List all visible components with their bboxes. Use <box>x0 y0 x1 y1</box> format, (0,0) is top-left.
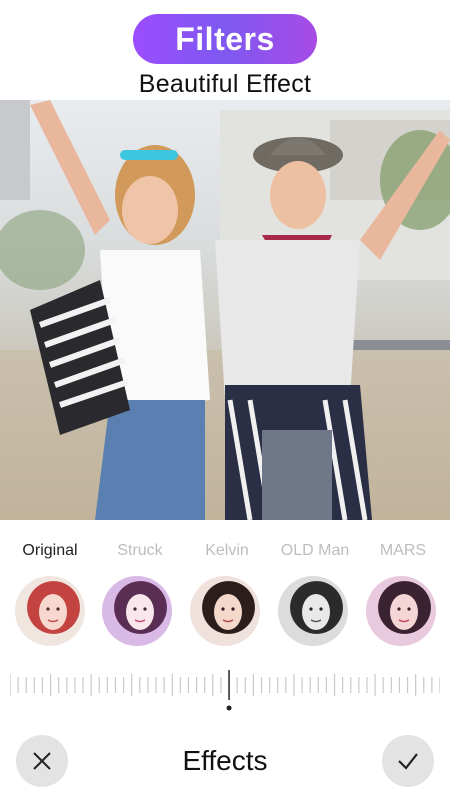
face-icon <box>390 594 418 630</box>
photo-illustration <box>0 100 450 520</box>
tree-left <box>0 210 85 290</box>
check-icon <box>398 753 418 770</box>
face-icon <box>214 594 242 630</box>
denim-shorts <box>262 430 332 520</box>
face-icon <box>302 594 330 630</box>
slider-indicator-dot <box>226 705 232 711</box>
filter-label-kelvin[interactable]: Kelvin <box>182 542 272 560</box>
right-face <box>270 161 326 229</box>
sunglasses <box>120 150 178 160</box>
building-left <box>0 100 30 200</box>
header: Filters Beautiful Effect <box>0 0 450 100</box>
face-icon <box>126 594 154 630</box>
filter-thumb-mars[interactable] <box>366 576 436 646</box>
railing <box>340 340 450 350</box>
filter-thumb-original[interactable] <box>15 576 85 646</box>
subtitle: Beautiful Effect <box>138 70 312 98</box>
slider-ticks[interactable] <box>10 668 440 712</box>
filter-thumb-old-man[interactable] <box>278 576 348 646</box>
filter-label-old-man[interactable]: OLD Man <box>270 542 360 560</box>
face-icon <box>39 594 67 630</box>
right-grey-top <box>215 240 360 400</box>
filter-label-mars[interactable]: MARS <box>358 542 448 560</box>
intensity-slider[interactable] <box>10 668 440 712</box>
title-pill: Filters <box>133 14 317 64</box>
filter-label-original[interactable]: Original <box>5 542 95 560</box>
left-face <box>122 176 178 244</box>
bottom-bar: Effects <box>0 725 450 800</box>
filter-bar: Original Struck Kelvin OLD Man MARS <box>0 520 450 650</box>
filter-label-struck[interactable]: Struck <box>95 542 185 560</box>
confirm-button[interactable] <box>382 735 434 787</box>
left-jeans <box>95 400 205 520</box>
photo-preview <box>0 100 450 520</box>
filter-thumb-kelvin[interactable] <box>190 576 260 646</box>
filter-thumb-struck[interactable] <box>102 576 172 646</box>
